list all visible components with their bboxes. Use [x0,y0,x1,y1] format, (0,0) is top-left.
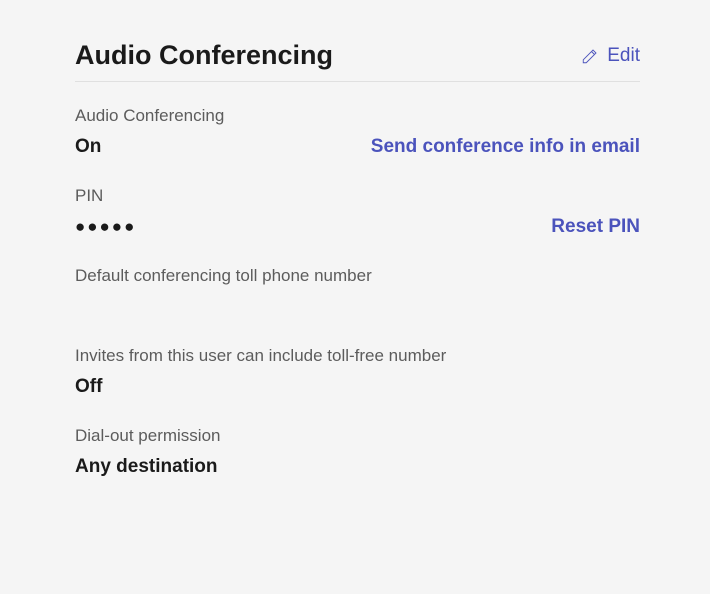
audio-conferencing-value-row: On Send conference info in email [75,136,640,158]
dial-out-value: Any destination [75,456,640,478]
pin-field: PIN ●●●●● Reset PIN [75,186,640,238]
send-conference-info-link[interactable]: Send conference info in email [371,136,640,158]
reset-pin-link[interactable]: Reset PIN [551,216,640,238]
pin-value-row: ●●●●● Reset PIN [75,216,640,238]
header-row: Audio Conferencing Edit [75,40,640,82]
dial-out-field: Dial-out permission Any destination [75,426,640,478]
toll-free-value: Off [75,376,640,398]
audio-conferencing-label: Audio Conferencing [75,106,640,126]
pin-label: PIN [75,186,640,206]
audio-conferencing-value: On [75,136,101,158]
pencil-icon [581,47,599,65]
edit-label: Edit [607,45,640,67]
dial-out-label: Dial-out permission [75,426,640,446]
audio-conferencing-field: Audio Conferencing On Send conference in… [75,106,640,158]
toll-free-field: Invites from this user can include toll-… [75,346,640,398]
toll-number-label: Default conferencing toll phone number [75,266,640,286]
toll-number-field: Default conferencing toll phone number [75,266,640,286]
edit-button[interactable]: Edit [581,45,640,67]
page-title: Audio Conferencing [75,40,333,71]
toll-free-label: Invites from this user can include toll-… [75,346,640,366]
pin-value: ●●●●● [75,217,136,237]
